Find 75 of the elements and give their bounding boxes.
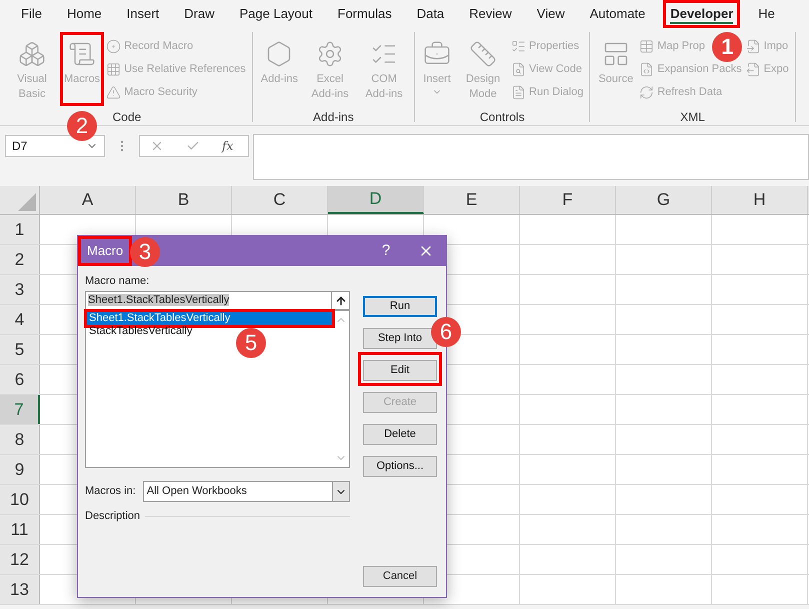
group-label: XML bbox=[680, 109, 705, 126]
selected-tab-underline bbox=[670, 22, 734, 24]
ribbon-tab[interactable]: View bbox=[530, 0, 572, 28]
group-label: Code bbox=[112, 109, 142, 126]
macro-list-item[interactable]: Sheet1.StackTablesVertically bbox=[87, 312, 332, 325]
field-label: Macro name: bbox=[85, 274, 150, 288]
function-label[interactable]: fx bbox=[222, 137, 234, 155]
boxes-icon bbox=[18, 40, 46, 68]
column-header[interactable]: H bbox=[712, 186, 808, 214]
formula-input[interactable] bbox=[253, 134, 809, 180]
file-text-icon bbox=[511, 85, 526, 100]
row-header[interactable]: 10 bbox=[0, 485, 40, 514]
section-label: Description bbox=[85, 509, 140, 524]
field-label: Macros in: bbox=[85, 484, 136, 500]
row-header[interactable]: 2 bbox=[0, 245, 40, 274]
row-header[interactable]: 8 bbox=[0, 425, 40, 454]
ribbon-tab[interactable]: Page Layout bbox=[232, 0, 320, 28]
cancel-button[interactable]: Cancel bbox=[363, 566, 437, 587]
column-header[interactable]: A bbox=[40, 186, 136, 214]
ribbon-tab[interactable]: Home bbox=[60, 0, 109, 28]
file-code-icon bbox=[639, 62, 654, 77]
ribbon-tab[interactable]: Insert bbox=[120, 0, 166, 28]
macro-list[interactable]: Sheet1.StackTablesVertically StackTablesVertically 5 bbox=[85, 310, 350, 468]
dialog-button[interactable]: Step Into bbox=[363, 328, 437, 349]
row-header[interactable]: 3 bbox=[0, 275, 40, 304]
row-header[interactable]: 7 bbox=[0, 395, 40, 424]
callout-number: 2 bbox=[67, 111, 98, 141]
macros-in-dropdown[interactable]: All Open Workbooks bbox=[142, 481, 350, 502]
scroll-icon bbox=[68, 40, 96, 68]
dialog-button[interactable]: Edit bbox=[363, 360, 437, 381]
ribbon-tab[interactable]: Automate bbox=[582, 0, 652, 28]
column-header[interactable]: E bbox=[424, 186, 520, 214]
row-header[interactable]: 1 bbox=[0, 215, 40, 244]
column-header[interactable]: G bbox=[616, 186, 712, 214]
dialog-button[interactable]: Options... bbox=[363, 456, 437, 477]
dialog-button[interactable]: Delete bbox=[363, 424, 437, 445]
ribbon-tab[interactable]: Review bbox=[462, 0, 519, 28]
grid-icon bbox=[106, 62, 122, 77]
row-header[interactable]: 11 bbox=[0, 515, 40, 544]
dialog-title: Macro bbox=[87, 242, 124, 260]
callout-number: 3 bbox=[130, 237, 160, 267]
ribbon-tab[interactable]: File bbox=[14, 0, 49, 28]
file-export-icon bbox=[746, 62, 761, 77]
record-icon bbox=[106, 39, 122, 54]
field-value: Sheet1.StackTablesVertically bbox=[88, 294, 230, 306]
ruler-icon bbox=[469, 40, 498, 68]
row-header[interactable]: 6 bbox=[0, 365, 40, 394]
ribbon-tab[interactable]: He bbox=[751, 0, 782, 28]
ribbon-tab[interactable]: Formulas bbox=[330, 0, 399, 28]
help-button[interactable]: ? bbox=[366, 236, 406, 266]
ribbon-tab[interactable]: Draw bbox=[177, 0, 222, 28]
cancel-icon[interactable] bbox=[150, 139, 164, 153]
row-header[interactable]: 12 bbox=[0, 545, 40, 574]
arrow-up-icon bbox=[334, 294, 346, 306]
row-header[interactable]: 4 bbox=[0, 305, 40, 334]
file-import-icon bbox=[746, 39, 761, 54]
column-header[interactable]: D bbox=[328, 186, 424, 214]
column-header[interactable]: F bbox=[520, 186, 616, 214]
file-search-icon bbox=[511, 62, 526, 77]
table-icon bbox=[639, 39, 654, 54]
row-header[interactable]: 5 bbox=[0, 335, 40, 364]
name-box[interactable]: D7 bbox=[5, 135, 105, 157]
macro-name-field[interactable]: Sheet1.StackTablesVertically bbox=[85, 291, 350, 310]
column-header[interactable]: B bbox=[136, 186, 232, 214]
ribbon-tab[interactable]: Data bbox=[410, 0, 452, 28]
list-icon bbox=[511, 39, 526, 54]
warning-icon bbox=[106, 85, 122, 100]
dialog-button[interactable]: Run bbox=[363, 296, 437, 317]
callout-number: 5 bbox=[236, 328, 266, 358]
refresh-icon bbox=[639, 85, 654, 100]
group-label: Controls bbox=[480, 109, 525, 126]
group-label: Add-ins bbox=[313, 109, 354, 126]
row-header[interactable]: 9 bbox=[0, 455, 40, 484]
triangle-icon bbox=[18, 193, 36, 211]
row-header[interactable]: 13 bbox=[0, 575, 40, 604]
